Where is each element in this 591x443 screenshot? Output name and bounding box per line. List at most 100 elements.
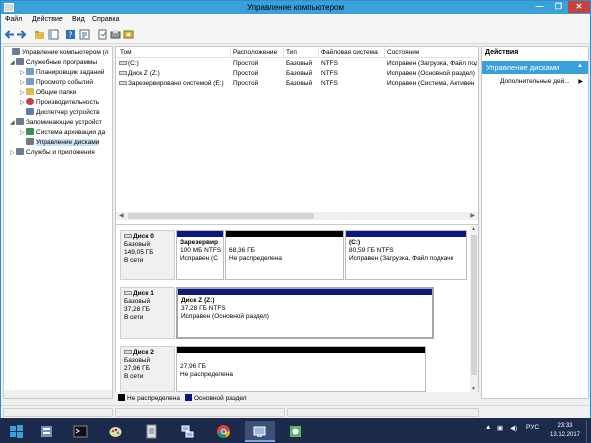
column-header-layout[interactable]: Расположение (233, 49, 277, 56)
volume-row[interactable]: Зарезервировано системой (E:) Простой Ба… (116, 79, 478, 89)
partition-unallocated[interactable]: 68,36 ГБ Не распределена (225, 230, 344, 280)
volume-status: Исправен (Основной раздел) (387, 70, 475, 77)
tree-item-storage[interactable]: ◢ Запоминающие устройст (10, 118, 102, 128)
tree-item-disk-management[interactable]: Управление дисками (20, 138, 100, 148)
menu-bar: Файл Действие Вид Справка (1, 14, 590, 26)
show-desktop-button[interactable] (586, 420, 591, 443)
tree-item-device-manager[interactable]: Диспетчер устройств (20, 108, 100, 118)
menu-file[interactable]: Файл (5, 16, 22, 23)
tree-item-label: Службы и приложения (26, 149, 95, 156)
properties-icon[interactable] (79, 29, 90, 40)
show-hide-tree-icon[interactable] (48, 29, 59, 40)
disk-1-label[interactable]: Диск 1 Базовый 37,28 ГБ В сети (120, 287, 175, 339)
disk-management-pane: Том Расположение Тип Файловая система Со… (115, 46, 479, 392)
scroll-down-icon[interactable]: ▼ (471, 386, 476, 392)
tree-item-system-tools[interactable]: ◢ Служебные программы (10, 58, 97, 68)
column-divider[interactable] (318, 47, 319, 57)
computer-icon (12, 48, 20, 55)
partition-c[interactable]: (C:) 80,59 ГБ NTFS Исправен (Загрузка, Фай… (345, 230, 467, 280)
notepad-taskbar[interactable] (137, 421, 167, 442)
scrollbar-thumb[interactable] (128, 213, 314, 219)
scroll-up-icon[interactable]: ▲ (471, 226, 476, 232)
language-indicator[interactable]: РУС (526, 424, 539, 431)
tree-item-services-apps[interactable]: ▷ Службы и приложения (10, 148, 95, 158)
powershell-taskbar[interactable] (66, 421, 96, 442)
disk-type: Базовый (124, 357, 151, 364)
collapse-icon[interactable]: ▲ (577, 63, 583, 69)
partition-title: Диск Z (Z:) (181, 297, 215, 304)
server-manager-icon (41, 426, 52, 437)
tree-item-performance[interactable]: ▷ Производительность (20, 98, 99, 108)
partition-z[interactable]: Диск Z (Z:) 37,28 ГБ NTFS Исправен (Основн… (176, 287, 434, 339)
column-header-volume[interactable]: Том (120, 49, 132, 56)
actions-group-label: Управление дисками (486, 63, 560, 72)
title-bar[interactable]: Управление компьютером — ❐ ✕ (1, 1, 590, 14)
partition-unallocated[interactable]: 27,96 ГБ Не распределена (176, 346, 426, 392)
tree-item-task-scheduler[interactable]: ▷ Планировщик заданий (20, 68, 104, 78)
volume-type: Базовый (286, 70, 313, 77)
disk-check-icon[interactable] (110, 29, 121, 40)
help-icon[interactable]: ? (65, 29, 76, 40)
volume-tray-icon[interactable]: ◀) (510, 424, 517, 432)
submenu-arrow-icon: ▶ (578, 79, 583, 85)
column-header-type[interactable]: Тип (286, 49, 297, 56)
maximize-button[interactable]: ❐ (549, 1, 568, 13)
clock[interactable]: 23:33 13.12.2017 (546, 422, 584, 440)
tray-arrow-icon[interactable]: ▲ (485, 424, 491, 431)
action-more-actions[interactable]: Дополнительные дей... ▶ (482, 77, 588, 87)
volume-layout: Простой (233, 80, 259, 87)
tree-item-event-viewer[interactable]: ▷ Просмотр событий (20, 78, 93, 88)
column-divider[interactable] (283, 47, 284, 57)
forward-arrow-icon[interactable] (16, 29, 27, 40)
scroll-left-icon[interactable]: ◀ (119, 212, 124, 219)
disk-map-vertical-scrollbar[interactable]: ▲ ▼ (470, 225, 478, 392)
clock-icon (26, 68, 34, 75)
disk-2-label[interactable]: Диск 2 Базовый 27,96 ГБ В сети (120, 346, 175, 392)
tree-item-shared-folders[interactable]: ▷ Общие папки (20, 88, 76, 98)
volume-row[interactable]: Диск Z (Z:) Простой Базовый NTFS Исправе… (116, 69, 478, 79)
menu-action[interactable]: Действие (32, 16, 63, 23)
minimize-button[interactable]: — (530, 1, 549, 13)
partition-status: Исправен (С (180, 255, 218, 262)
network-taskbar[interactable] (173, 421, 203, 442)
computer-management-taskbar[interactable] (245, 421, 275, 442)
scrollbar-thumb[interactable] (471, 235, 477, 375)
network-tray-icon[interactable]: ▣ (497, 424, 503, 432)
volume-type: Базовый (286, 60, 313, 67)
legend-swatch (185, 394, 192, 401)
actions-group-disk-management[interactable]: Управление дисками ▲ (482, 61, 588, 74)
volume-status: Исправен (Система, Активен (387, 80, 475, 87)
server-manager-taskbar[interactable] (32, 421, 62, 442)
column-header-filesystem[interactable]: Файловая система (321, 49, 378, 56)
connect-icon[interactable] (97, 29, 108, 40)
column-divider[interactable] (230, 47, 231, 57)
column-header-status[interactable]: Состояние (387, 49, 419, 56)
tree-item-backup[interactable]: ▷ Система архивации да (20, 128, 105, 138)
column-divider[interactable] (384, 47, 385, 57)
menu-help[interactable]: Справка (92, 16, 119, 23)
volume-layout: Простой (233, 60, 259, 67)
tree-horizontal-scrollbar[interactable] (4, 390, 112, 398)
chrome-taskbar[interactable] (209, 421, 239, 442)
back-arrow-icon[interactable] (4, 29, 15, 40)
up-folder-icon[interactable] (34, 29, 45, 40)
partition-reserved[interactable]: Зарезервир 100 МБ NTFS Исправен (С (176, 230, 224, 280)
device-manager-icon (26, 108, 34, 115)
settings-icon[interactable] (123, 29, 134, 40)
scroll-right-icon[interactable]: ▶ (470, 212, 475, 219)
close-button[interactable]: ✕ (568, 1, 590, 13)
partition-status: Не распределена (229, 255, 283, 262)
status-segment (3, 408, 113, 417)
volume-row[interactable]: (C:) Простой Базовый NTFS Исправен (Загр… (116, 59, 478, 69)
tree-item-computer-management[interactable]: Управление компьютером (л (6, 48, 109, 58)
volume-list-horizontal-scrollbar[interactable]: ◀ ▶ (116, 212, 478, 220)
start-button[interactable] (2, 421, 32, 442)
tree-expander-icon[interactable]: ▷ (20, 98, 26, 108)
app-taskbar[interactable] (281, 421, 311, 442)
partition-status: Исправен (Основной раздел) (181, 313, 269, 320)
disk-name: Диск 0 (133, 233, 154, 240)
disk-0-label[interactable]: Диск 0 Базовый 149,05 ГБ В сети (120, 230, 175, 280)
paint-taskbar[interactable] (101, 421, 131, 442)
menu-view[interactable]: Вид (72, 16, 85, 23)
backup-icon (26, 128, 34, 135)
